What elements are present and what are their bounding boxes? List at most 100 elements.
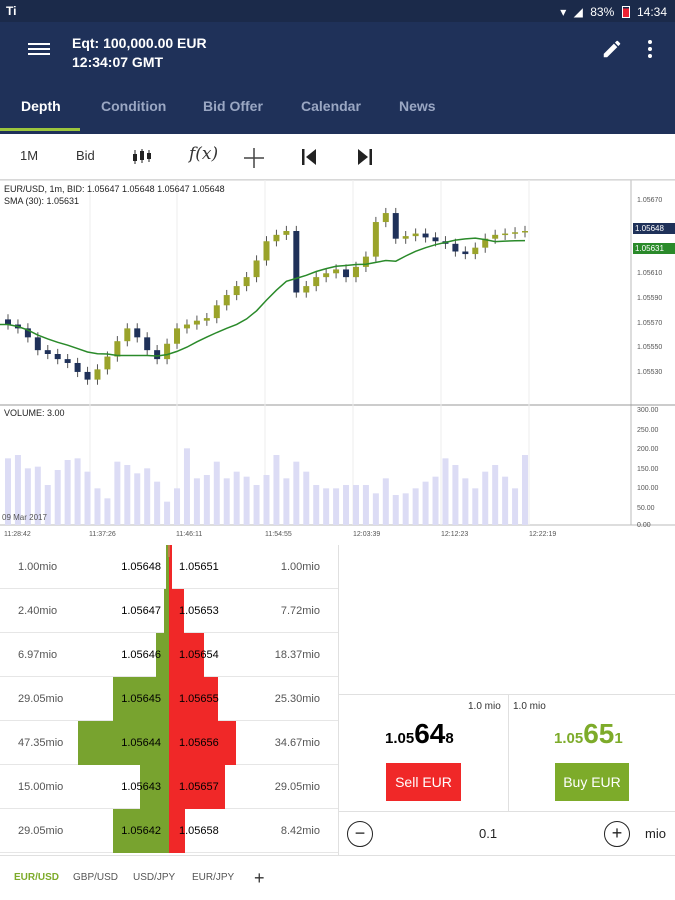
ask-quantity: 7.72mio bbox=[280, 605, 320, 617]
bid-quantity: 15.00mio bbox=[18, 781, 64, 793]
volume-bar bbox=[203, 475, 210, 525]
crosshair-icon[interactable] bbox=[243, 147, 265, 169]
candle bbox=[293, 231, 300, 293]
skip-to-end-icon[interactable] bbox=[356, 148, 374, 166]
edit-icon[interactable] bbox=[601, 38, 623, 60]
depth-row[interactable]: 29.05mio 1.05642 1.05658 8.42mio bbox=[0, 809, 338, 853]
bid-price: 1.05645 bbox=[121, 693, 161, 705]
volume-bar bbox=[512, 488, 519, 525]
volume-bar bbox=[343, 485, 350, 525]
indicator-function-icon[interactable]: f(x) bbox=[189, 144, 218, 164]
candle bbox=[502, 233, 509, 236]
tab-condition[interactable]: Condition bbox=[101, 98, 166, 114]
candle bbox=[124, 328, 131, 342]
chart-legend: EUR/USD, 1m, BID: 1.05647 1.05648 1.0564… bbox=[4, 183, 225, 207]
tab-bar: Depth Condition Bid Offer Calendar News bbox=[0, 94, 675, 134]
pair-tab-eur-jpy[interactable]: EUR/JPY bbox=[192, 872, 234, 883]
volume-bar bbox=[352, 485, 359, 525]
volume-label: VOLUME: 3.00 bbox=[4, 408, 65, 418]
battery-icon bbox=[621, 6, 630, 18]
more-options-icon[interactable] bbox=[643, 38, 657, 60]
volume-bar bbox=[502, 476, 509, 525]
sell-price-pips: 64 bbox=[414, 718, 446, 749]
volume-axis-label: 200.00 bbox=[637, 446, 659, 453]
tab-depth[interactable]: Depth bbox=[21, 98, 61, 114]
sell-price-fraction: 8 bbox=[445, 730, 454, 747]
volume-bar bbox=[193, 478, 200, 525]
volume-bar bbox=[164, 501, 171, 525]
depth-row[interactable]: 15.00mio 1.05643 1.05657 29.05mio bbox=[0, 765, 338, 809]
candle bbox=[392, 213, 399, 239]
candle bbox=[362, 256, 369, 267]
menu-icon[interactable] bbox=[28, 40, 50, 58]
pair-tab-eur-usd[interactable]: EUR/USD bbox=[14, 872, 59, 883]
increase-amount-icon[interactable]: + bbox=[604, 821, 630, 847]
tab-bid-offer[interactable]: Bid Offer bbox=[203, 98, 263, 114]
candle bbox=[452, 243, 459, 252]
ask-quantity: 18.37mio bbox=[274, 649, 320, 661]
buy-button[interactable]: Buy EUR bbox=[555, 763, 629, 801]
amount-unit: mio bbox=[645, 826, 666, 841]
volume-bar bbox=[382, 478, 389, 525]
volume-bar bbox=[293, 461, 300, 525]
timeframe-button[interactable]: 1M bbox=[20, 148, 38, 163]
candle bbox=[64, 359, 71, 363]
pair-tab-gbp-usd[interactable]: GBP/USD bbox=[73, 872, 118, 883]
volume-bar bbox=[64, 460, 71, 525]
depth-row[interactable]: 29.05mio 1.05645 1.05655 25.30mio bbox=[0, 677, 338, 721]
candle bbox=[54, 354, 61, 360]
chart-canvas[interactable] bbox=[0, 180, 675, 545]
market-depth: 1.00mio 1.05648 1.05651 1.00mio 2.40mio 1.056… bbox=[0, 545, 338, 855]
volume-bar bbox=[144, 468, 151, 525]
amount-value[interactable]: 0.1 bbox=[479, 826, 497, 841]
chart-date: 09 Mar 2017 bbox=[2, 513, 47, 522]
price-axis-label: 1.05610 bbox=[637, 270, 663, 277]
depth-row[interactable]: 47.35mio 1.05644 1.05656 34.67mio bbox=[0, 721, 338, 765]
candle bbox=[213, 305, 220, 319]
decrease-amount-icon[interactable]: − bbox=[347, 821, 373, 847]
candle bbox=[174, 328, 181, 344]
time-axis-label: 12:22:19 bbox=[529, 531, 557, 538]
volume-bar bbox=[154, 481, 161, 525]
volume-bar bbox=[263, 475, 270, 525]
price-axis-label: 1.05570 bbox=[637, 320, 663, 327]
candle bbox=[372, 222, 379, 257]
add-pair-icon[interactable]: + bbox=[254, 868, 265, 889]
volume-bar bbox=[84, 471, 91, 525]
buy-quantity: 1.0 mio bbox=[513, 701, 546, 712]
volume-axis-label: 300.00 bbox=[637, 407, 659, 414]
depth-row[interactable]: 2.40mio 1.05647 1.05653 7.72mio bbox=[0, 589, 338, 633]
chart-legend-price: EUR/USD, 1m, BID: 1.05647 1.05648 1.0564… bbox=[4, 184, 225, 194]
candle bbox=[134, 328, 141, 338]
clock: 14:34 bbox=[636, 5, 667, 19]
candlestick-icon[interactable] bbox=[131, 148, 153, 166]
candle bbox=[283, 231, 290, 235]
volume-bar bbox=[303, 471, 310, 525]
candle bbox=[263, 241, 270, 261]
pair-tab-usd-jpy[interactable]: USD/JPY bbox=[133, 872, 175, 883]
volume-bar bbox=[213, 461, 220, 525]
sell-button[interactable]: Sell EUR bbox=[386, 763, 461, 801]
price-chart[interactable]: EUR/USD, 1m, BID: 1.05647 1.05648 1.0564… bbox=[0, 180, 675, 545]
skip-to-start-icon[interactable] bbox=[300, 148, 318, 166]
amount-row: − 0.1 + mio bbox=[339, 811, 675, 855]
sell-price-prefix: 1.05 bbox=[385, 730, 415, 747]
candle bbox=[303, 286, 310, 293]
time-axis-label: 11:28:42 bbox=[4, 531, 31, 538]
trade-panel: 1.0 mio 1.0 mio 1.05648 1.05651 Sell EUR… bbox=[338, 545, 675, 855]
candle bbox=[492, 234, 499, 239]
ask-quantity: 25.30mio bbox=[274, 693, 320, 705]
bid-quantity: 1.00mio bbox=[18, 561, 58, 573]
candle bbox=[84, 371, 91, 380]
time-axis-label: 12:03:39 bbox=[353, 531, 381, 538]
status-left: Ti bbox=[6, 4, 17, 18]
volume-bar bbox=[482, 471, 489, 525]
tab-news[interactable]: News bbox=[399, 98, 436, 114]
price-type-button[interactable]: Bid bbox=[76, 148, 95, 163]
tab-calendar[interactable]: Calendar bbox=[301, 98, 361, 114]
status-right: ▾ ◢ 83% 14:34 bbox=[556, 4, 667, 19]
depth-row[interactable]: 6.97mio 1.05646 1.05654 18.37mio bbox=[0, 633, 338, 677]
time-axis-label: 12:12:23 bbox=[441, 531, 469, 538]
volume-bar bbox=[412, 488, 419, 525]
candle bbox=[183, 324, 190, 329]
